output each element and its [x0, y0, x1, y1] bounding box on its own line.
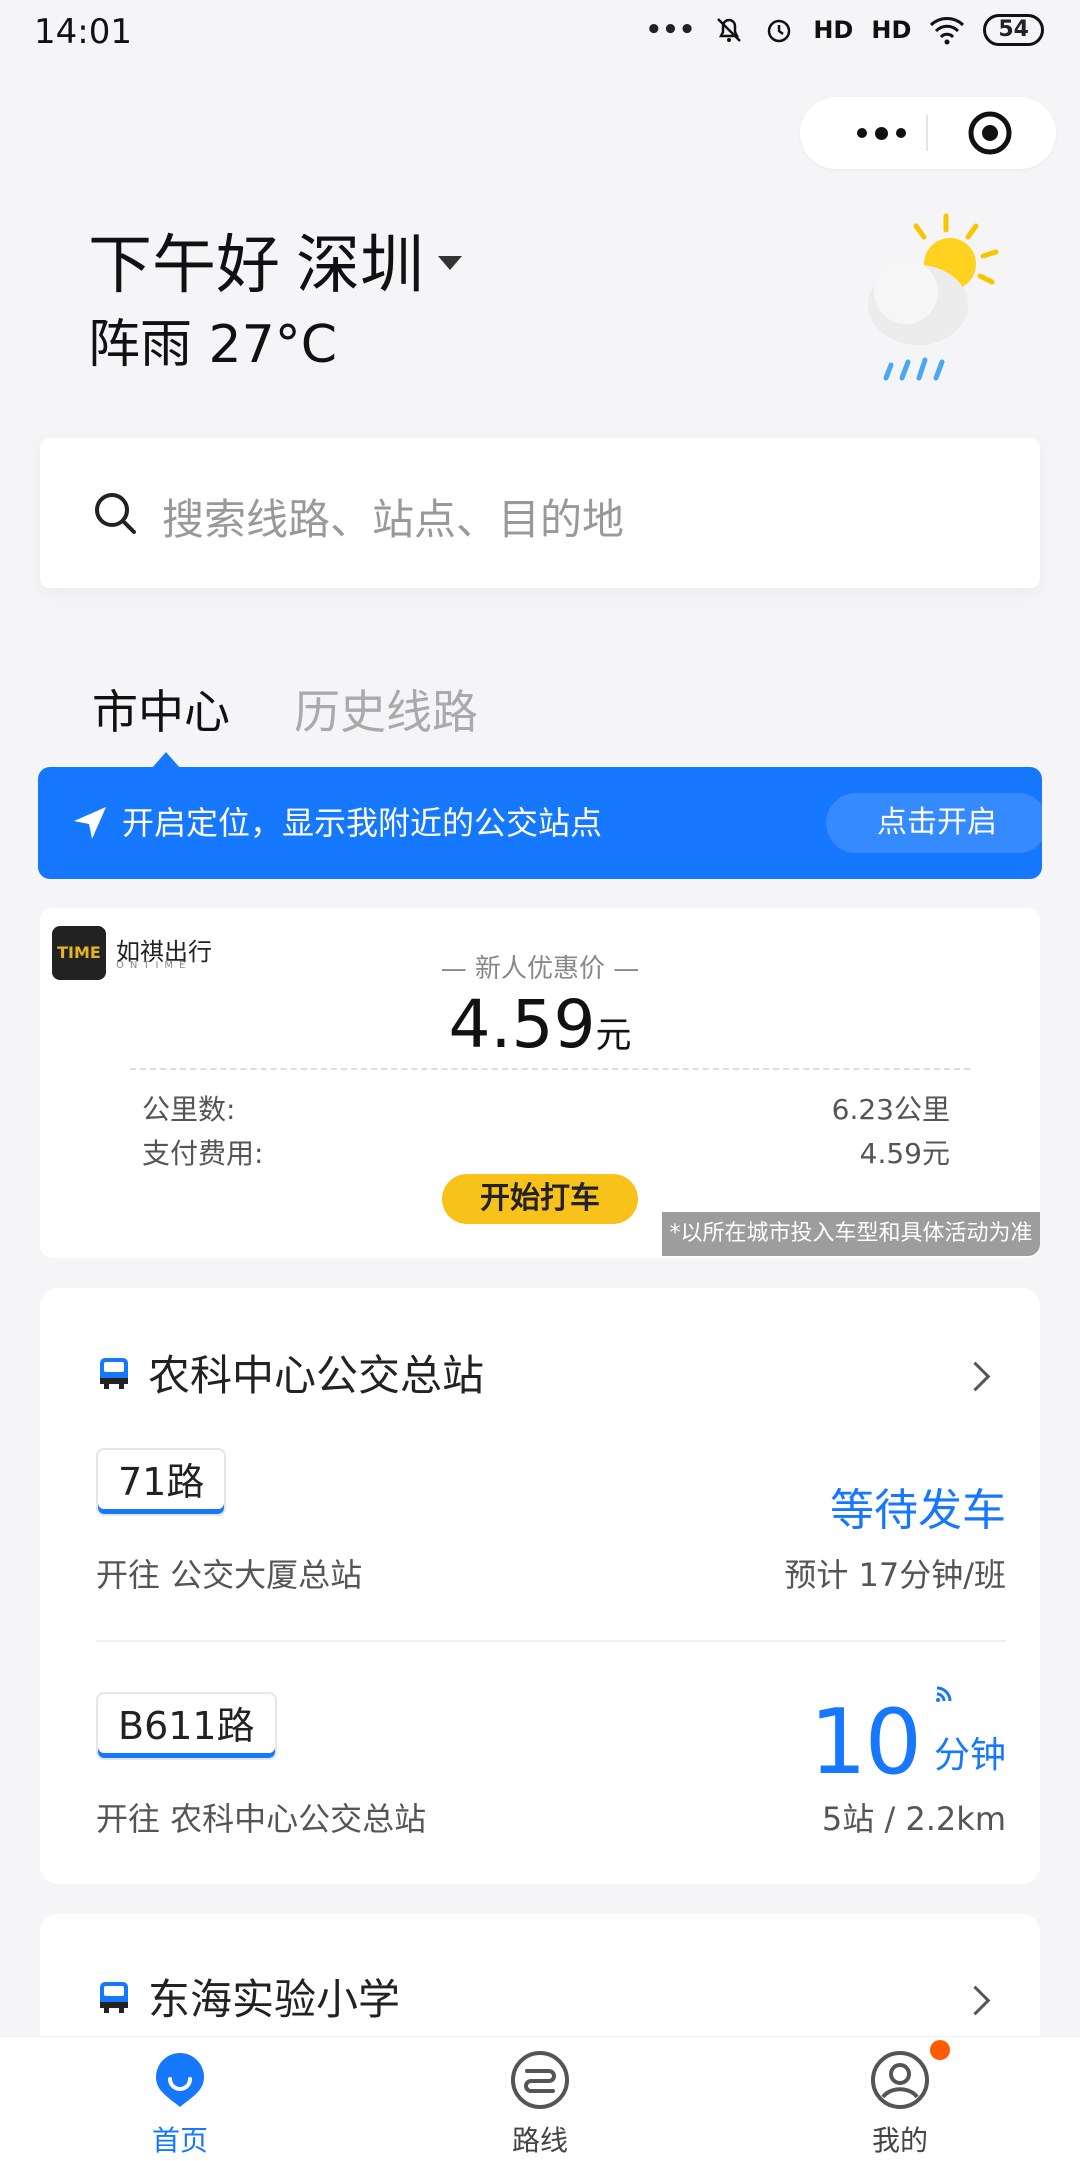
location-banner-text: 开启定位，显示我附近的公交站点: [122, 804, 603, 842]
distance-row: 公里数: 6.23公里: [142, 1088, 950, 1128]
status-bar: 14:01 ••• HD HD 54: [0, 0, 1080, 70]
route-divider: [96, 1640, 1006, 1642]
signal-2-icon: HD: [871, 16, 912, 44]
fee-value: 4.59元: [859, 1137, 950, 1170]
city-selector[interactable]: 深圳: [296, 214, 462, 306]
active-tab-pointer: [152, 752, 180, 768]
fee-row: 支付费用: 4.59元: [142, 1132, 950, 1172]
route-tag[interactable]: 71路: [96, 1448, 227, 1516]
nav-label: 我的: [871, 2124, 928, 2157]
distance-label: 公里数:: [142, 1093, 236, 1126]
location-banner: 开启定位，显示我附近的公交站点 点击开启: [38, 767, 1048, 879]
nav-routes[interactable]: 路线: [440, 2037, 640, 2159]
more-dots-icon: •••: [645, 15, 696, 45]
route-direction: 开往 农科中心公交总站: [96, 1800, 427, 1838]
realtime-signal-icon: [936, 1686, 952, 1702]
signal-1-icon: HD: [813, 16, 854, 44]
rain-weather-icon: [868, 213, 999, 381]
route-icon: [511, 2051, 569, 2109]
eta-value: 10: [809, 1690, 922, 1795]
greeting: 下午好 深圳: [88, 214, 462, 306]
distance-value: 6.23公里: [831, 1093, 950, 1126]
nav-label: 首页: [151, 2124, 208, 2157]
more-options-button[interactable]: [836, 97, 926, 169]
station-name: 东海实验小学: [148, 1975, 401, 2024]
caret-down-icon: [438, 256, 462, 270]
station-header[interactable]: 东海实验小学: [98, 1966, 400, 2027]
search-bar[interactable]: 搜索线路、站点、目的地: [40, 438, 1040, 588]
station-name: 农科中心公交总站: [148, 1351, 485, 1400]
price-unit: 元: [595, 1015, 632, 1056]
alarm-icon: [768, 19, 791, 43]
route-distance: 5站 / 2.2km: [821, 1800, 1006, 1838]
battery-indicator: 54: [983, 14, 1044, 46]
chevron-right-icon[interactable]: [960, 1985, 991, 2016]
price-value: 4.59: [448, 986, 596, 1063]
station-card: 农科中心公交总站 71路 开往 公交大厦总站 等待发车 预计 17分钟/班 B6…: [40, 1288, 1040, 1884]
route-direction: 开往 公交大厦总站: [96, 1556, 363, 1594]
tab-city-center[interactable]: 市中心: [92, 676, 230, 742]
status-time: 14:01: [34, 12, 132, 52]
status-icons: ••• HD HD 54: [645, 14, 1044, 46]
route-frequency: 预计 17分钟/班: [784, 1556, 1006, 1594]
nav-label: 路线: [511, 2124, 568, 2157]
close-miniprogram-icon[interactable]: [966, 109, 1014, 157]
capsule-divider: [926, 115, 928, 151]
bottom-nav: 首页 路线 我的: [0, 2036, 1080, 2161]
profile-icon: [871, 2051, 929, 2109]
ad-disclaimer: *以所在城市投入车型和具体活动为准: [662, 1212, 1040, 1256]
city-name: 深圳: [296, 229, 424, 303]
capsule-menu: [800, 97, 1056, 169]
mute-bell-icon: [717, 18, 742, 42]
bus-stop-icon: [100, 1357, 128, 1389]
weather-text: 阵雨 27°C: [88, 315, 338, 375]
home-icon: [156, 2053, 204, 2107]
greeting-text: 下午好: [88, 229, 280, 303]
search-icon: [95, 493, 136, 534]
station-header[interactable]: 农科中心公交总站: [98, 1342, 484, 1403]
promo-price: 4.59元: [40, 986, 1040, 1063]
route-eta: 10 分钟: [809, 1686, 1006, 1795]
promo-label: — 新人优惠价 —: [440, 954, 640, 984]
nav-profile[interactable]: 我的: [800, 2037, 1000, 2159]
route-tag[interactable]: B611路: [96, 1692, 277, 1760]
wifi-icon: [930, 17, 965, 45]
chevron-right-icon[interactable]: [960, 1361, 991, 1392]
start-ride-button[interactable]: 开始打车: [442, 1174, 638, 1224]
dashed-divider: [130, 1068, 970, 1070]
notification-badge: [930, 2040, 950, 2060]
fee-label: 支付费用:: [142, 1137, 264, 1170]
ride-hailing-ad[interactable]: TIME 如祺出行 ONTIME — 新人优惠价 — 4.59元 公里数: 6.…: [40, 908, 1040, 1258]
bus-stop-icon: [100, 1981, 128, 2013]
search-placeholder: 搜索线路、站点、目的地: [162, 495, 625, 544]
location-arrow-icon: [74, 807, 106, 839]
tab-history-routes[interactable]: 历史线路: [294, 676, 478, 742]
route-status: 等待发车: [830, 1485, 1006, 1536]
eta-unit: 分钟: [933, 1735, 1006, 1776]
enable-location-button[interactable]: 点击开启: [826, 793, 1048, 853]
nav-home[interactable]: 首页: [80, 2037, 280, 2159]
